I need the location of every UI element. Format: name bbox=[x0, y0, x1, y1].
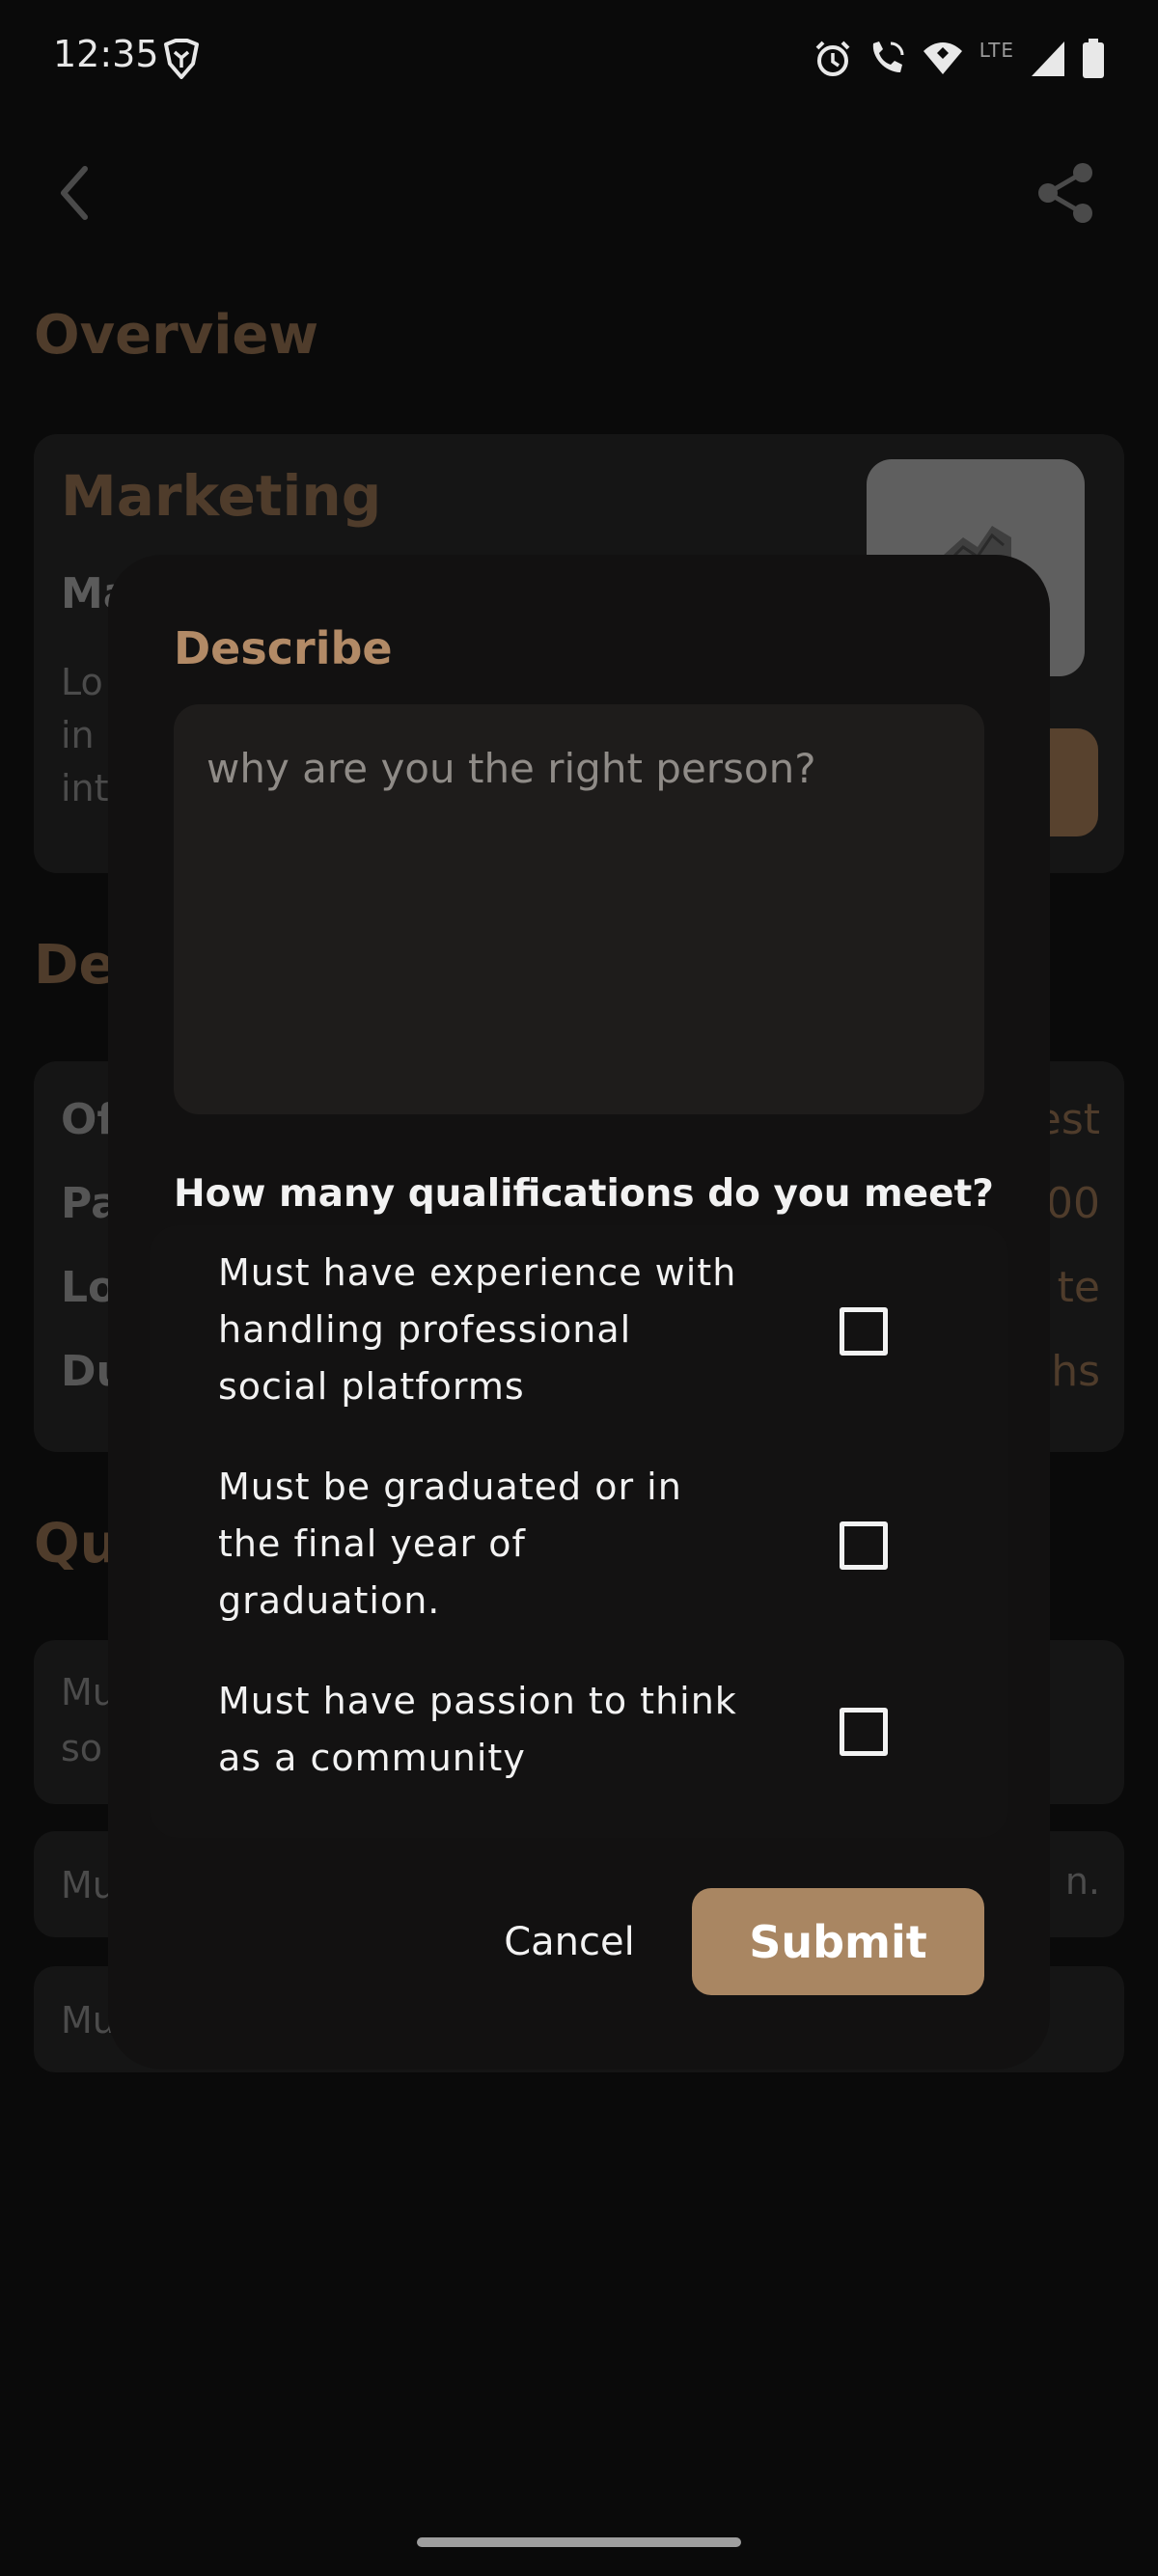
qualifications-question: How many qualifications do you meet? bbox=[174, 1172, 994, 1216]
qualification-line: graduation. bbox=[218, 1579, 441, 1622]
job-title: Marketing bbox=[61, 463, 382, 529]
qualification-checkbox-3[interactable] bbox=[840, 1708, 888, 1756]
dialog-heading: Describe bbox=[174, 622, 393, 674]
describe-textarea[interactable] bbox=[174, 704, 984, 1114]
details-section-title: De bbox=[34, 934, 116, 997]
qualification-line: the final year of bbox=[218, 1522, 526, 1565]
back-icon[interactable] bbox=[46, 154, 104, 232]
qualification-checkbox-2[interactable] bbox=[840, 1521, 888, 1570]
cancel-button[interactable]: Cancel bbox=[482, 1889, 656, 1995]
job-description: Lo in int bbox=[61, 656, 109, 815]
overview-section-title: Overview bbox=[34, 304, 319, 367]
detail-value: 00 bbox=[1046, 1179, 1100, 1228]
qualification-item-2: Must be graduated or in the final year o… bbox=[218, 1459, 797, 1630]
qualification-line: social platforms bbox=[218, 1365, 525, 1408]
submit-button[interactable]: Submit bbox=[692, 1888, 984, 1995]
qualifications-section-title: Qu bbox=[34, 1513, 119, 1576]
qualification-line: Must be graduated or in bbox=[218, 1466, 682, 1508]
home-indicator[interactable] bbox=[417, 2537, 741, 2547]
qualification-text-end: n. bbox=[1064, 1860, 1100, 1903]
description-line: Lo bbox=[61, 661, 103, 703]
qualification-line: handling professional bbox=[218, 1308, 632, 1351]
description-line: int bbox=[61, 767, 109, 809]
qualification-item-1: Must have experience with handling profe… bbox=[218, 1245, 797, 1415]
detail-value: te bbox=[1057, 1263, 1100, 1312]
share-icon[interactable] bbox=[1033, 159, 1100, 227]
qualification-line: Must have passion to think bbox=[218, 1680, 737, 1722]
detail-value: hs bbox=[1051, 1347, 1100, 1396]
qualification-checkbox-1[interactable] bbox=[840, 1307, 888, 1356]
description-line: in bbox=[61, 714, 95, 756]
qualification-item-3: Must have passion to think as a communit… bbox=[218, 1673, 797, 1787]
qualification-line: as a community bbox=[218, 1737, 526, 1779]
qualification-line: Must have experience with bbox=[218, 1251, 737, 1294]
